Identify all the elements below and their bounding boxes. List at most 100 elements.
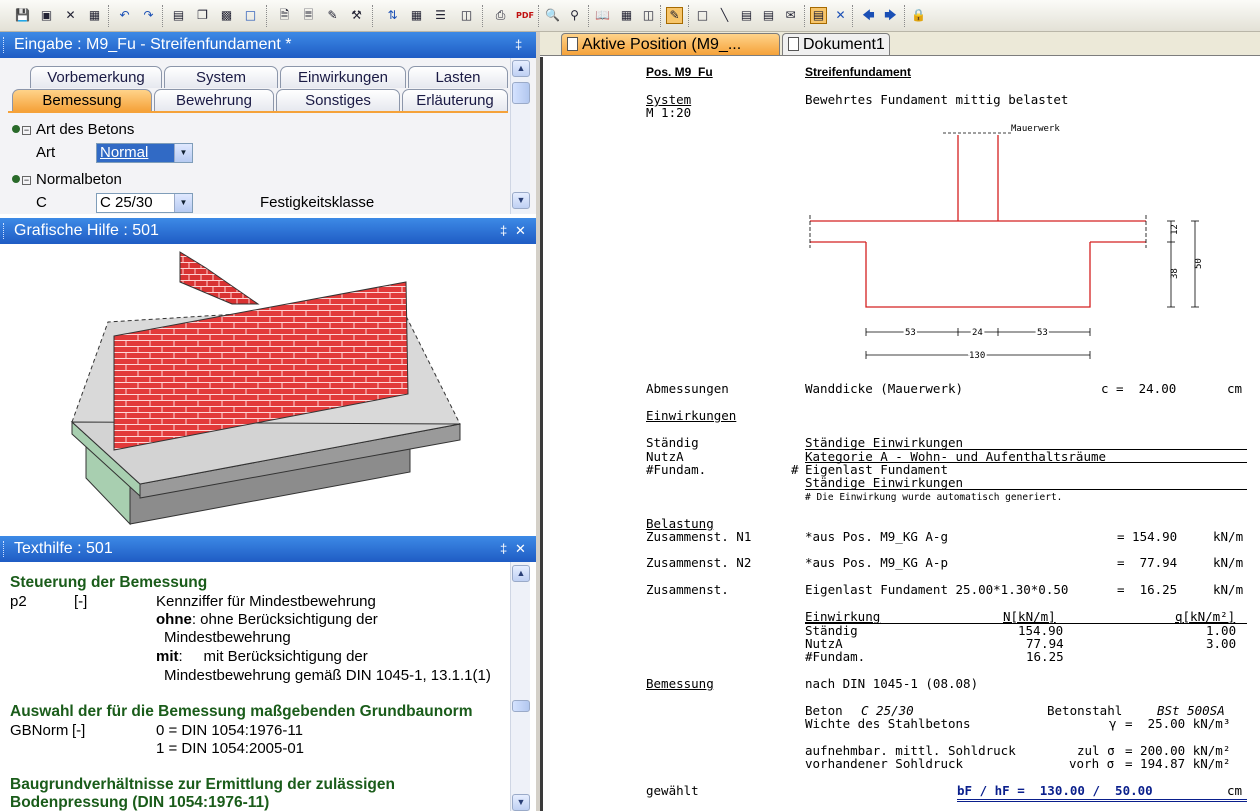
chevron-down-icon[interactable]: ▼ [174,194,192,212]
tab-label: Dokument1 [803,36,885,53]
pdf-icon[interactable]: PDF [516,7,534,24]
frame-icon[interactable]: □ [242,7,259,24]
pin-icon[interactable]: ‡ [500,218,507,244]
tab-einwirkungen[interactable]: Einwirkungen [280,66,406,88]
load-unit: kN/m [1213,582,1244,597]
doc-edit-icon[interactable]: ✎ [324,7,341,24]
text2-icon[interactable]: ▤ [760,7,777,24]
copy-position-icon[interactable]: ❐ [194,7,211,24]
redo-icon[interactable]: ↷ [140,7,157,24]
tab-sonstiges[interactable]: Sonstiges [276,89,400,111]
document-icon [567,37,578,51]
columns-icon[interactable]: ◫ [640,7,657,24]
gewaehlt-value: bF / hF = 130.00 / 50.00 [957,783,1153,798]
scroll-down-icon[interactable]: ▼ [512,794,530,811]
forward-icon[interactable]: 🡆 [882,7,899,24]
collapse-icon[interactable]: − [22,126,31,135]
undo-icon[interactable]: ↶ [116,7,133,24]
toolbar-separator [108,5,110,27]
abmessungen-label: Abmessungen [646,381,729,396]
heading-baugrund: Baugrundverhältnisse zur Ermittlung der … [10,776,395,793]
eingabe-panel-title: Eingabe : M9_Fu - Streifenfundament * ‡ [0,32,536,58]
load-label: Zusammenst. N1 [646,529,752,544]
panel-grip[interactable] [3,541,6,557]
tab-dokument1[interactable]: Dokument1 [782,33,890,55]
tab-erlaeuterung[interactable]: Erläuterung [402,89,508,111]
einwirkung-name: Ständig [646,435,699,450]
new-position-icon[interactable]: ▤ [170,7,187,24]
properties-icon[interactable]: ▦ [86,7,103,24]
status-dot [12,125,20,133]
layout-icon[interactable]: ◫ [458,7,475,24]
tab-vorbemerkung[interactable]: Vorbemerkung [30,66,162,88]
doc-save-icon[interactable]: 🗏 [300,7,317,24]
rectangle-icon[interactable]: □ [694,7,711,24]
tab-label: Aktive Position (M9_... [582,36,742,53]
group-art-des-betons[interactable]: − Art des Betons [12,120,134,140]
doc-tools-icon[interactable]: ⚒ [348,7,365,24]
texthilfe-scrollbar[interactable]: ▲ ▼ [510,562,530,811]
scroll-thumb[interactable] [512,700,530,712]
option-text: : ohne Berücksichtigung der [191,611,378,628]
back-icon[interactable]: 🡄 [860,7,877,24]
load-value: = 154.90 [1117,529,1178,544]
calculator-icon[interactable]: ▦ [618,7,635,24]
scroll-up-icon[interactable]: ▲ [512,60,530,77]
art-select[interactable]: Normal ▼ [96,143,193,163]
option-text: 0 = DIN 1054:1976-11 [156,722,303,739]
zoom-in-icon[interactable]: 🔍 [544,7,561,24]
book-icon[interactable]: 📖 [594,7,611,24]
pen-icon[interactable]: ✎ [666,7,683,24]
list-icon[interactable]: ☰ [432,7,449,24]
main-toolbar: 💾 ▣ ✕ ▦ ↶ ↷ ▤ ❐ ▩ □ 🗎 🗏 ✎ ⚒ ⇅ ▦ ☰ ◫ ⎙ PD… [0,0,1260,32]
save-all-icon[interactable]: ▣ [38,7,55,24]
eingabe-scrollbar[interactable]: ▲ ▼ [510,58,530,214]
panel-grip[interactable] [3,223,6,239]
tab-system[interactable]: System [164,66,278,88]
lock-icon[interactable]: 🔒 [910,7,927,24]
einwirkung-desc: Ständige Einwirkungen [805,475,964,490]
close-icon[interactable]: ✕ [62,7,79,24]
zoom-out-icon[interactable]: ⚲ [566,7,583,24]
scroll-thumb[interactable] [512,82,530,104]
comment-icon[interactable]: ✉ [782,7,799,24]
close-icon[interactable]: ✕ [515,218,526,244]
cross-icon[interactable]: ✕ [832,7,849,24]
tab-aktive-position[interactable]: Aktive Position (M9_... [561,33,780,55]
print-icon[interactable]: ⎙ [492,7,509,24]
paste-position-icon[interactable]: ▩ [218,7,235,24]
chevron-down-icon[interactable]: ▼ [174,144,192,162]
save-icon[interactable]: 💾 [14,7,31,24]
doc-icon[interactable]: 🗎 [276,7,293,24]
sohldruck-value: = 194.87 kN/m² [1125,756,1231,771]
line-icon[interactable]: ╲ [716,7,733,24]
close-icon[interactable]: ✕ [515,536,526,562]
keyword: ohne [156,611,192,628]
notes-icon[interactable]: ▤ [810,7,827,24]
abmessungen-unit: cm [1227,381,1243,396]
art-label: Art [36,144,56,161]
group-normalbeton[interactable]: − Normalbeton [12,170,122,190]
pin-icon[interactable]: ‡ [500,536,507,562]
document-icon [788,37,799,51]
position-id: Pos. M9_Fu [646,65,713,79]
collapse-icon[interactable]: − [22,176,31,185]
text-icon[interactable]: ▤ [738,7,755,24]
table-icon[interactable]: ▦ [408,7,425,24]
tab-bemessung[interactable]: Bemessung [12,89,152,111]
toolbar-separator [660,5,662,27]
tab-underline [8,111,508,113]
scroll-down-icon[interactable]: ▼ [512,192,530,209]
sort-icon[interactable]: ⇅ [384,7,401,24]
pin-icon[interactable]: ‡ [515,32,522,58]
c-select[interactable]: C 25/30 ▼ [96,193,193,213]
toolbar-separator [904,5,906,27]
document-page: Pos. M9_Fu Streifenfundament System M 1:… [540,57,1260,811]
einwirkung-name: #Fundam. [646,462,707,477]
panel-grip[interactable] [3,37,6,53]
scroll-up-icon[interactable]: ▲ [512,565,530,582]
dim-label: 53 [1037,328,1048,338]
tab-bewehrung[interactable]: Bewehrung [154,89,274,111]
tab-lasten[interactable]: Lasten [408,66,508,88]
toolbar-separator [482,5,484,27]
